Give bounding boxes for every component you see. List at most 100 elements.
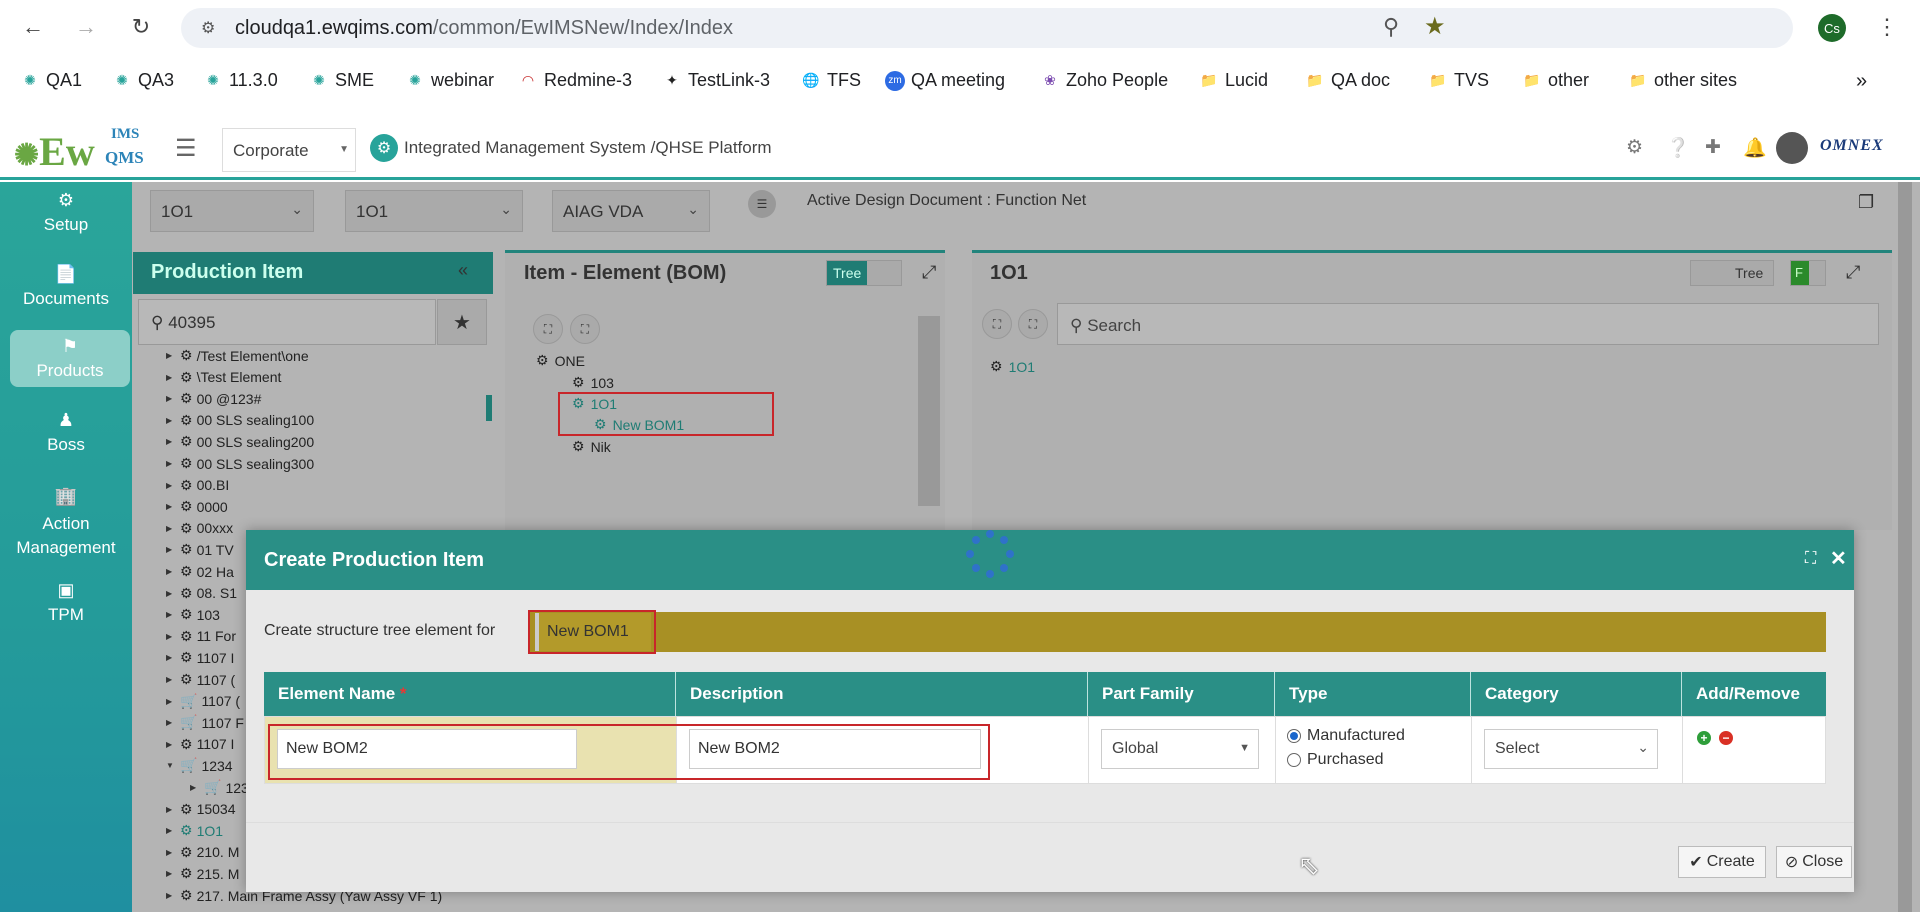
favorite-star-icon[interactable]: ★ <box>437 299 487 345</box>
expand-all-icon[interactable]: ⛶ <box>982 309 1012 339</box>
production-search-input[interactable]: ⚲ 40395 <box>138 299 436 345</box>
tree-toggle-icon[interactable]: ▶ <box>166 373 176 382</box>
forward-icon[interactable]: → <box>71 12 101 42</box>
layers-icon[interactable]: ☰ <box>748 190 776 218</box>
help-icon[interactable]: ❔ <box>1666 136 1690 160</box>
tree-item[interactable]: ▶ ⚙ 00xxx <box>166 520 233 537</box>
corporate-select[interactable]: Corporate ▼ <box>222 128 356 172</box>
tree-toggle-icon[interactable]: ▶ <box>166 524 176 533</box>
add-row-icon[interactable]: + <box>1697 731 1711 745</box>
tree-item[interactable]: ▶ ⚙ 02 Ha <box>166 563 234 580</box>
tree-item[interactable]: ▶ ⚙ 00 SLS sealing200 <box>166 433 314 450</box>
bookmark-star-icon[interactable]: ★ <box>1424 12 1446 41</box>
tree-item[interactable]: ▶ ⚙ 0000 <box>166 498 228 515</box>
tree-toggle-icon[interactable]: ▶ <box>166 351 176 360</box>
tree-toggle-icon[interactable]: ▶ <box>166 697 176 706</box>
bom-node-103[interactable]: ⚙ 103 <box>572 374 614 391</box>
bookmark-redmine[interactable]: ◠ Redmine-3 <box>518 70 632 91</box>
sidebar-item-action-management[interactable]: 🏢 Action Management <box>0 484 132 560</box>
tree-item[interactable]: ▶ ⚙ 210. M <box>166 844 239 861</box>
maximize-icon[interactable]: ⛶ <box>1805 550 1816 568</box>
collapse-all-icon[interactable]: ⛶ <box>570 314 600 344</box>
right-tree-toggle[interactable]: Tree <box>1690 260 1774 286</box>
tree-toggle-icon[interactable]: ▶ <box>166 869 176 878</box>
settings-icon[interactable]: ⚙ <box>1626 136 1643 159</box>
tree-toggle-icon[interactable]: ▶ <box>166 459 176 468</box>
tree-item[interactable]: ▶ ⚙/Test Element\one <box>166 347 309 364</box>
bookmark-qa3[interactable]: ✺ QA3 <box>112 70 174 91</box>
collapse-all-icon[interactable]: ⛶ <box>1018 309 1048 339</box>
filter-select-3[interactable]: AIAG VDA ⌄ <box>552 190 710 232</box>
tree-toggle-icon[interactable]: ▶ <box>166 632 176 641</box>
expand-icon[interactable]: ⤢ <box>922 262 936 283</box>
tree-item[interactable]: ▶ ⚙ 215. M <box>166 865 239 882</box>
tree-item[interactable]: ▶ ⚙ 103 <box>166 606 220 623</box>
create-button[interactable]: ✔ Create <box>1678 846 1766 878</box>
close-icon[interactable]: ✕ <box>1830 546 1847 571</box>
site-info-icon[interactable]: ⚙ <box>201 18 215 38</box>
tree-item[interactable]: ▶ ⚙ 08. S1 <box>166 585 237 602</box>
expand-all-icon[interactable]: ⛶ <box>533 314 563 344</box>
bookmark-tvs[interactable]: 📁 TVS <box>1428 70 1489 91</box>
address-bar[interactable]: ⚙ cloudqa1.ewqims.com/common/EwIMSNew/In… <box>181 8 1793 48</box>
sidebar-item-tpm[interactable]: ▣ TPM <box>0 580 132 625</box>
bookmark-lucid[interactable]: 📁 Lucid <box>1199 70 1268 91</box>
more-bookmarks-icon[interactable]: » <box>1856 70 1867 93</box>
tree-toggle-icon[interactable]: ▶ <box>166 502 176 511</box>
tree-toggle-icon[interactable]: ▶ <box>166 610 176 619</box>
tree-toggle-icon[interactable]: ▶ <box>190 783 200 792</box>
part-family-select[interactable]: Global ▼ <box>1101 729 1259 769</box>
page-scrollbar[interactable] <box>1898 182 1912 912</box>
tree-item[interactable]: ▶ ⚙ 00 @123# <box>166 390 261 407</box>
tree-toggle-icon[interactable]: ▶ <box>166 826 176 835</box>
bom-node-one[interactable]: ⚙ ONE <box>536 352 585 369</box>
tree-item[interactable]: ▼ 🛒 1234 <box>166 757 233 774</box>
tree-item[interactable]: ▶ ⚙ 00.BI <box>166 477 229 494</box>
reload-icon[interactable]: ↻ <box>126 12 156 42</box>
category-select[interactable]: Select ⌄ <box>1484 729 1658 769</box>
menu-dots-icon[interactable]: ⋮ <box>1872 12 1902 42</box>
right-tree-root[interactable]: ⚙ 1O1 <box>990 358 1035 375</box>
bom-scrollbar[interactable] <box>918 316 940 506</box>
zoom-icon[interactable]: ⚲ <box>1383 14 1399 40</box>
tree-item[interactable]: ▶ ⚙ 1107 ( <box>166 671 235 688</box>
tree-toggle-icon[interactable]: ▶ <box>166 740 176 749</box>
tree-scroll-thumb[interactable] <box>486 395 492 421</box>
f-toggle[interactable]: F <box>1790 260 1826 286</box>
tree-item[interactable]: ▶ ⚙ 1107 I <box>166 649 234 666</box>
tree-item[interactable]: ▶ ⚙ 11 For <box>166 628 236 645</box>
tree-toggle-icon[interactable]: ▶ <box>166 437 176 446</box>
bookmark-sme[interactable]: ✺ SME <box>309 70 374 91</box>
tree-item[interactable]: ▶ ⚙ 00 SLS sealing300 <box>166 455 314 472</box>
sidebar-item-boss[interactable]: ♟ Boss <box>0 410 132 455</box>
bookmark-qa-doc[interactable]: 📁 QA doc <box>1305 70 1390 91</box>
radio-dot[interactable] <box>1287 729 1301 743</box>
close-button[interactable]: ⊘ Close <box>1776 846 1852 878</box>
tree-toggle-icon[interactable]: ▶ <box>166 848 176 857</box>
bookmark-other-sites[interactable]: 📁 other sites <box>1628 70 1737 91</box>
bookmark-qa-meeting[interactable]: zm QA meeting <box>885 70 1005 91</box>
tree-toggle-icon[interactable]: ▶ <box>166 481 176 490</box>
bookmark-other[interactable]: 📁 other <box>1522 70 1589 91</box>
remove-row-icon[interactable]: − <box>1719 731 1733 745</box>
filter-select-1[interactable]: 1O1 ⌄ <box>150 190 314 232</box>
bookmark-qa1[interactable]: ✺ QA1 <box>20 70 82 91</box>
bookmark-zoho[interactable]: ❀ Zoho People <box>1040 70 1168 91</box>
tree-toggle-icon[interactable]: ▶ <box>166 675 176 684</box>
tree-item[interactable]: ▶ ⚙ \Test Element <box>166 369 281 386</box>
tree-toggle-icon[interactable]: ▶ <box>166 589 176 598</box>
right-search-input[interactable]: ⚲ Search <box>1057 303 1879 345</box>
tree-toggle-icon[interactable]: ▶ <box>166 394 176 403</box>
radio-dot[interactable] <box>1287 753 1301 767</box>
tree-item[interactable]: ▶ ⚙ 15034 <box>166 801 236 818</box>
tree-item[interactable]: ▶ 🛒 1107 F <box>166 714 244 731</box>
tree-item[interactable]: ▶ ⚙ 1107 I <box>166 736 234 753</box>
tree-toggle-icon[interactable]: ▶ <box>166 567 176 576</box>
tree-toggle-icon[interactable]: ▶ <box>166 891 176 900</box>
collapse-left-icon[interactable]: « <box>458 260 468 281</box>
tree-toggle-icon[interactable]: ▶ <box>166 718 176 727</box>
tree-toggle-icon[interactable]: ▼ <box>166 761 176 770</box>
bookmark-testlink[interactable]: ✦ TestLink-3 <box>662 70 770 91</box>
sidebar-item-setup[interactable]: ⚙ Setup <box>0 190 132 235</box>
type-radio-purchased[interactable]: Purchased <box>1287 751 1384 769</box>
